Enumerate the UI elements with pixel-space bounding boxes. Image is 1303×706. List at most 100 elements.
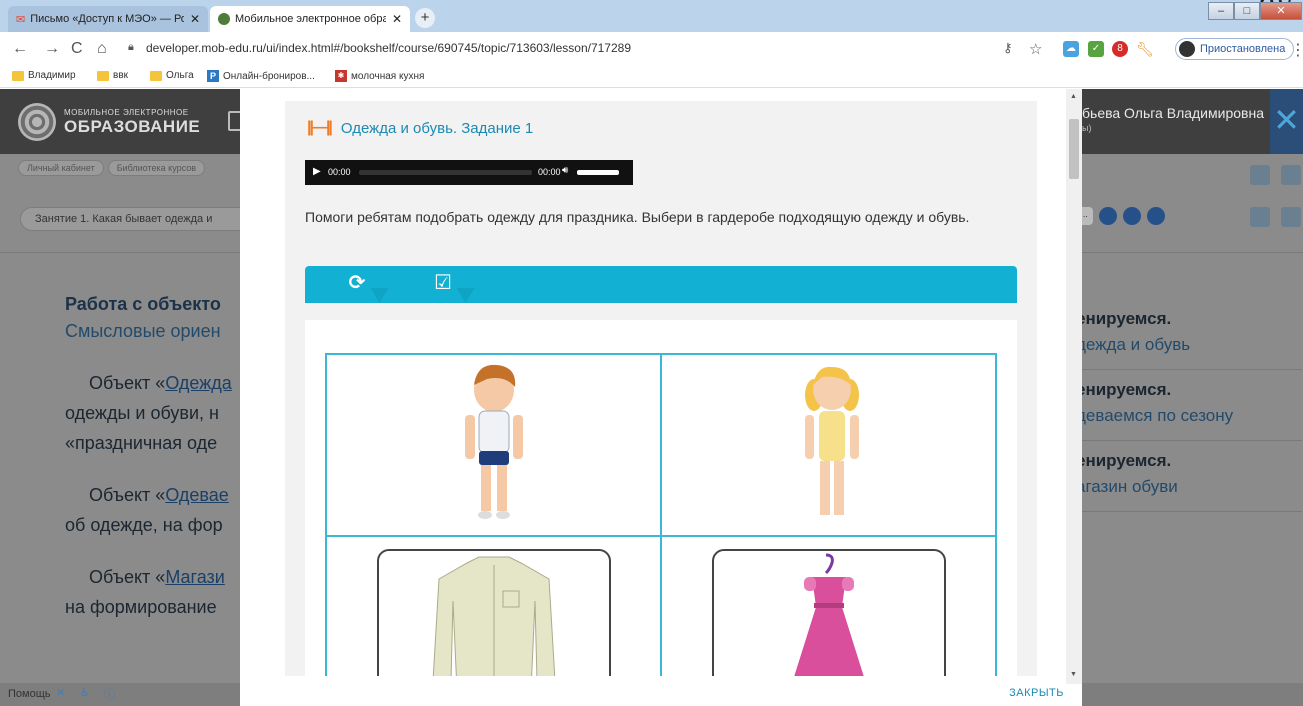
bookmark-link[interactable]: P Онлайн-брониров...: [207, 70, 315, 82]
logo[interactable]: МОБИЛЬНОЕ ЭЛЕКТРОННОЕ ОБРАЗОВАНИЕ: [18, 103, 200, 141]
maximize-button[interactable]: □: [1234, 2, 1260, 20]
user-name[interactable]: бьева Ольга Владимировна: [1082, 105, 1264, 121]
content-subheading: Смысловые ориен: [65, 321, 221, 341]
home-icon[interactable]: ⌂: [97, 40, 107, 58]
user-role: ы): [1082, 123, 1092, 133]
chat-icon[interactable]: [1281, 207, 1301, 227]
info-icon[interactable]: ⓘ: [104, 686, 115, 702]
avatar: [1179, 41, 1195, 57]
object-link[interactable]: Одевае: [165, 485, 229, 505]
window-close-button[interactable]: ✕: [1260, 2, 1302, 20]
object-link[interactable]: Магази: [165, 567, 225, 587]
boy-cell[interactable]: [327, 355, 662, 537]
audio-progress-bar[interactable]: [359, 170, 532, 175]
tab-title: Письмо «Доступ к МЭО» — Ро: [30, 13, 184, 25]
menu-icon[interactable]: ⋮: [1290, 40, 1303, 60]
grid-icon[interactable]: [1281, 165, 1301, 185]
dress-icon: [794, 553, 864, 676]
extension-cloud-icon[interactable]: ☁: [1063, 41, 1079, 57]
object-link[interactable]: Одежда: [165, 373, 231, 393]
shirt-card[interactable]: [377, 549, 611, 676]
tab-mail[interactable]: ✉ Письмо «Доступ к МЭО» — Ро ✕: [8, 6, 208, 32]
related-title: енируемся.: [1076, 309, 1172, 328]
extension-wrench-icon[interactable]: 🔧︎: [1136, 41, 1154, 57]
forward-icon[interactable]: →: [44, 40, 60, 58]
minimize-button[interactable]: –: [1208, 2, 1234, 20]
site-favicon-icon: [218, 13, 230, 25]
wardrobe-grid: [325, 353, 997, 676]
content-heading: Работа с объекто: [65, 294, 221, 314]
dress-card[interactable]: [712, 549, 946, 676]
table-icon[interactable]: [1250, 207, 1270, 227]
related-title: енируемся.: [1076, 451, 1172, 470]
task-panel: ||—|| Одежда и обувь. Задание 1 ▶ 00:00 …: [285, 101, 1037, 676]
check-button[interactable]: ☑: [417, 266, 469, 303]
key-icon[interactable]: ⚷: [1003, 40, 1013, 56]
task-toolbar: ⟳ ☑: [305, 266, 1017, 303]
audio-duration: 00:00: [538, 167, 561, 177]
scroll-down-icon[interactable]: ▼: [1070, 671, 1077, 678]
volume-icon[interactable]: 🔊︎: [562, 165, 568, 176]
bookmark-label: Онлайн-брониров...: [223, 70, 315, 82]
folder-icon: [97, 70, 109, 81]
breadcrumb-item[interactable]: Библиотека курсов: [107, 160, 205, 176]
reload-icon[interactable]: C: [71, 40, 83, 58]
task-modal: ||—|| Одежда и обувь. Задание 1 ▶ 00:00 …: [240, 89, 1082, 706]
scroll-thumb[interactable]: [1069, 119, 1079, 179]
close-tab-icon[interactable]: ✕: [190, 12, 200, 26]
close-button[interactable]: ЗАКРЫТЬ: [1009, 687, 1064, 699]
volume-slider[interactable]: [577, 170, 619, 175]
refresh-icon: ⟳: [348, 272, 366, 294]
para-text: «праздничная оде: [65, 433, 218, 453]
notes-icon[interactable]: [1250, 165, 1270, 185]
para-text: одежды и обуви, н: [65, 403, 219, 423]
bookmark-folder[interactable]: Владимир: [12, 70, 76, 81]
lesson-selector[interactable]: Занятие 1. Какая бывает одежда и: [20, 207, 260, 231]
tools-icon[interactable]: ✕: [56, 686, 65, 699]
audio-player: ▶ 00:00 00:00 🔊︎: [305, 160, 633, 185]
related-item[interactable]: енируемся. агазин обуви: [1076, 441, 1302, 512]
address-bar: ← → C ⌂ 🔒︎ developer.mob-edu.ru/ui/index…: [0, 32, 1303, 66]
accessibility-icon[interactable]: ♿︎: [80, 686, 90, 699]
lock-icon[interactable]: 🔒︎: [128, 41, 134, 54]
pager-last-icon[interactable]: [1147, 207, 1165, 225]
girl-cell[interactable]: [662, 355, 997, 537]
extension-red-icon[interactable]: 8: [1112, 41, 1128, 57]
profile-paused-label: Приостановлена: [1200, 43, 1286, 55]
profile-paused-button[interactable]: Приостановлена: [1175, 38, 1295, 60]
related-item[interactable]: енируемся. дежда и обувь: [1076, 299, 1302, 370]
close-tab-icon[interactable]: ✕: [392, 12, 402, 26]
kitchen-icon: ✱: [335, 70, 347, 82]
breadcrumb-item[interactable]: Личный кабинет: [18, 160, 104, 176]
reset-button[interactable]: ⟳: [331, 266, 383, 303]
girl-figure-icon: [805, 366, 859, 515]
star-icon[interactable]: ☆: [1029, 40, 1042, 58]
bookmark-label: Владимир: [28, 70, 76, 81]
bookmarks-bar: Владимир ввк Ольга P Онлайн-брониров... ✱…: [0, 66, 1303, 88]
shirt-cell[interactable]: [327, 537, 662, 676]
close-icon[interactable]: ✕: [1270, 89, 1303, 154]
task-instruction: Помоги ребятам подобрать одежду для праз…: [305, 209, 970, 225]
related-item[interactable]: енируемся. деваемся по сезону: [1076, 370, 1302, 441]
bookmark-folder[interactable]: ввк: [97, 70, 128, 81]
extension-green-icon[interactable]: ✓: [1088, 41, 1104, 57]
pager-next-icon[interactable]: [1123, 207, 1141, 225]
play-icon[interactable]: ▶: [313, 166, 321, 177]
modal-scrollbar[interactable]: ▲ ▼: [1066, 89, 1082, 684]
dress-cell[interactable]: [662, 537, 997, 676]
bookmark-link[interactable]: ✱ молочная кухня: [335, 70, 424, 82]
help-label[interactable]: Помощь: [8, 688, 51, 700]
logo-small-text: МОБИЛЬНОЕ ЭЛЕКТРОННОЕ: [64, 107, 189, 117]
related-title: енируемся.: [1076, 380, 1172, 399]
tab-mob-edu[interactable]: Мобильное электронное обра ✕: [210, 6, 410, 32]
booking-icon: P: [207, 70, 219, 82]
dumbbell-icon: ||—||: [307, 119, 333, 136]
url-field[interactable]: developer.mob-edu.ru/ui/index.html#/book…: [146, 41, 631, 55]
scroll-up-icon[interactable]: ▲: [1070, 93, 1077, 100]
logo-big-text: ОБРАЗОВАНИЕ: [64, 116, 201, 136]
tab-strip: ✉ Письмо «Доступ к МЭО» — Ро ✕ Мобильное…: [0, 0, 1303, 32]
back-icon[interactable]: ←: [12, 40, 28, 58]
new-tab-button[interactable]: +: [415, 8, 435, 28]
pager-dot[interactable]: [1099, 207, 1117, 225]
bookmark-folder[interactable]: Ольга: [150, 70, 194, 81]
